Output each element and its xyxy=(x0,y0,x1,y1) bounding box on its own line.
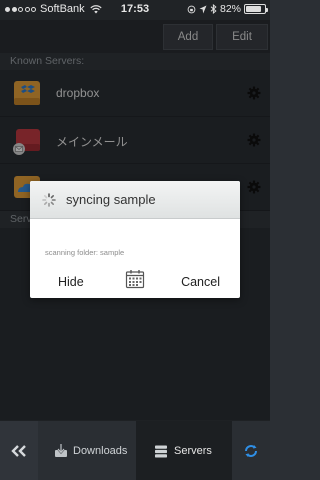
tab-downloads-label: Downloads xyxy=(73,445,128,457)
status-bar: SoftBank 17:53 82% xyxy=(0,0,270,20)
tab-downloads[interactable]: Downloads xyxy=(40,421,135,480)
sync-tab[interactable] xyxy=(232,421,270,480)
hide-button[interactable]: Hide xyxy=(58,275,84,289)
tab-servers-label: Servers xyxy=(174,445,212,457)
dialog-title: syncing sample xyxy=(66,192,156,207)
sync-icon xyxy=(245,445,257,457)
tab-servers[interactable]: Servers xyxy=(136,421,232,480)
status-right: 82% xyxy=(187,3,268,15)
orientation-lock-icon xyxy=(187,5,196,13)
bottom-tab-bar: Downloads Servers xyxy=(0,420,270,480)
download-tray-icon xyxy=(55,444,67,457)
dialog-header: syncing sample xyxy=(30,181,240,219)
battery-level xyxy=(246,6,261,12)
battery-percent: 82% xyxy=(219,3,241,15)
sync-dialog: syncing sample scanning folder: sample H… xyxy=(30,181,240,298)
server-stack-icon xyxy=(155,445,167,457)
bluetooth-icon xyxy=(210,4,217,14)
cancel-button[interactable]: Cancel xyxy=(181,275,220,289)
calendar-icon[interactable] xyxy=(125,269,145,289)
location-icon xyxy=(199,5,207,13)
dialog-message: scanning folder: sample xyxy=(45,248,125,257)
battery-icon xyxy=(244,4,268,14)
loading-spinner-icon xyxy=(42,193,56,207)
double-chevron-left-icon xyxy=(11,445,26,457)
back-tab[interactable] xyxy=(0,421,38,480)
